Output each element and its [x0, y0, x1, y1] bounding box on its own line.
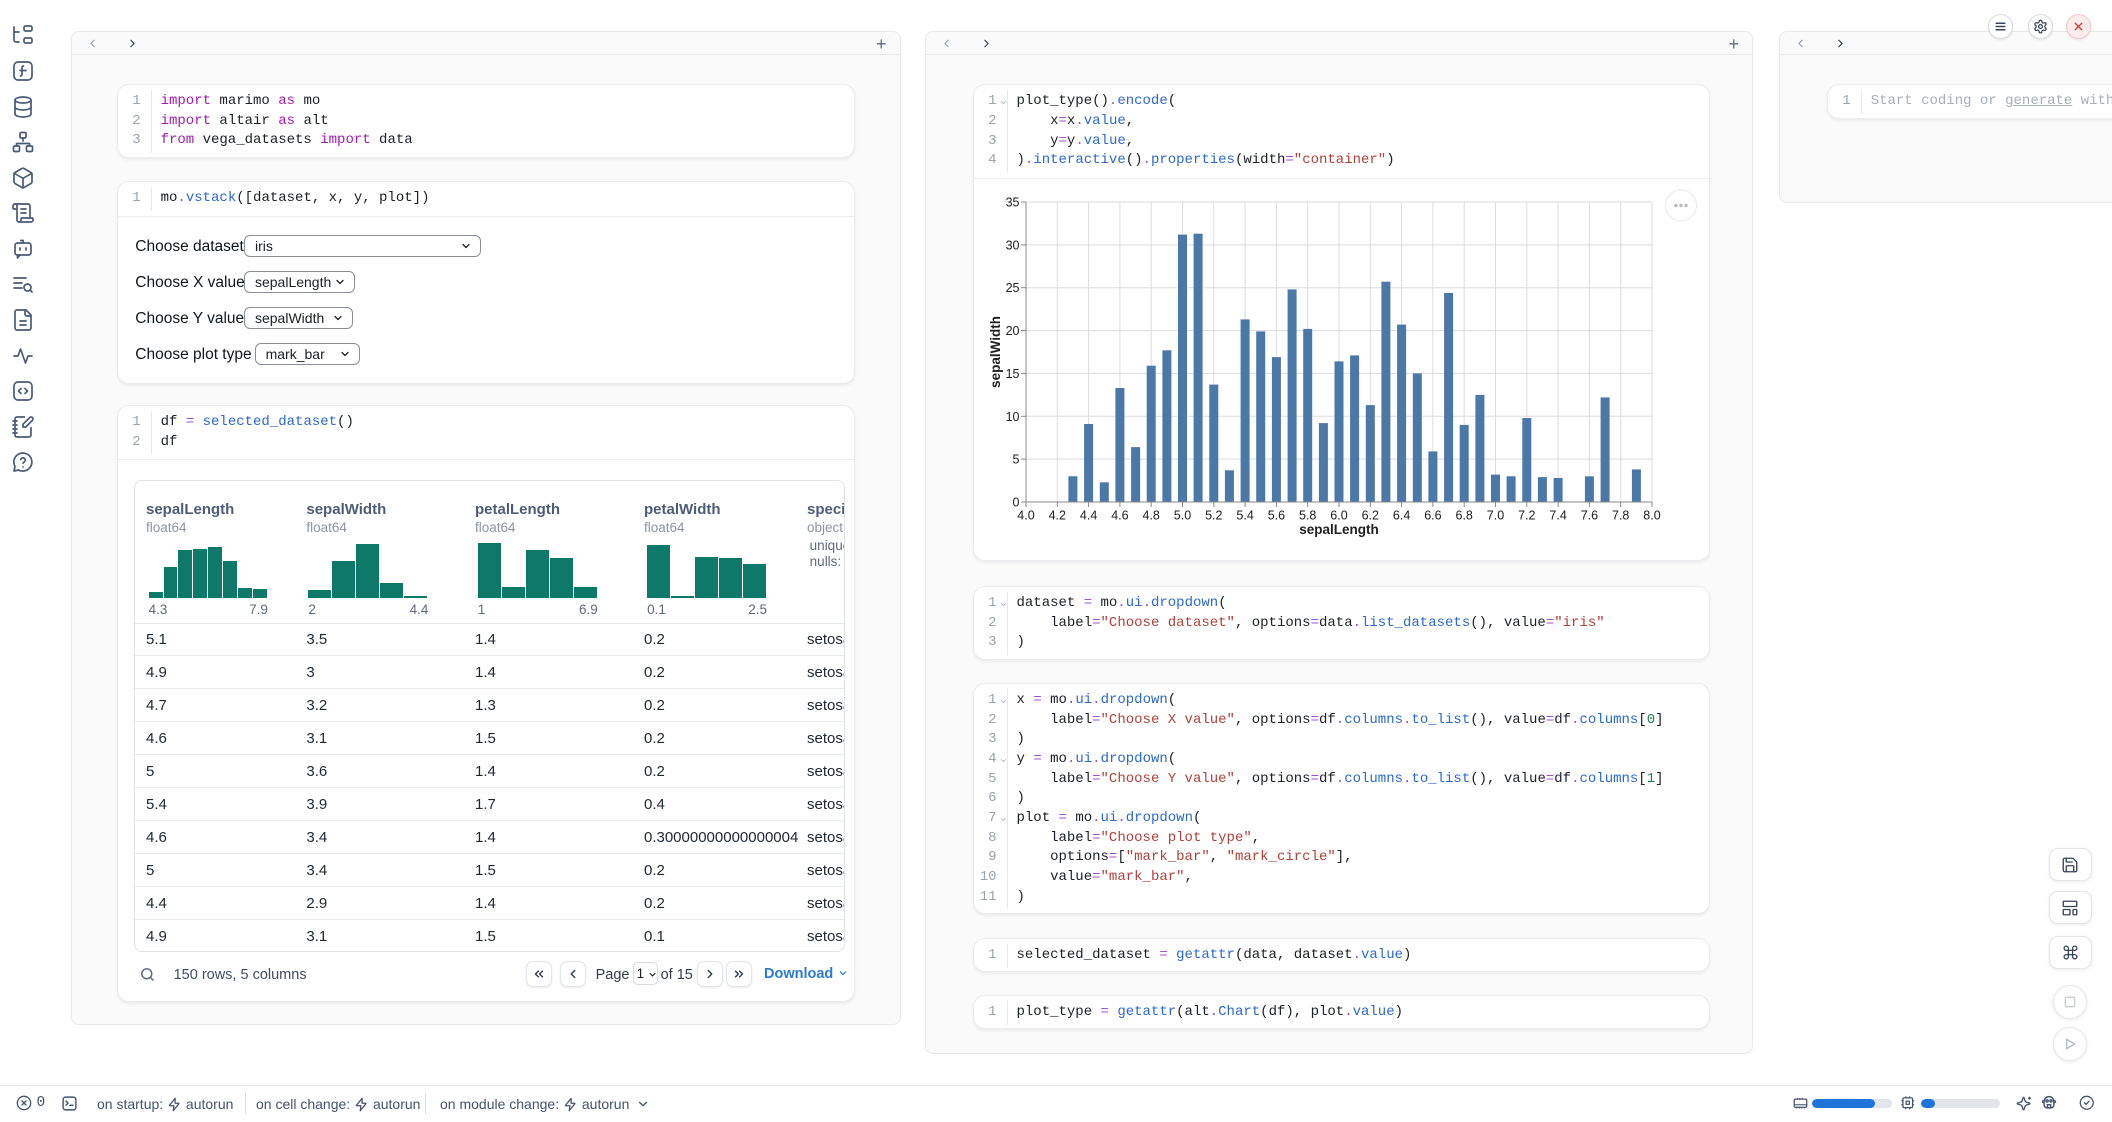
svg-text:4.8: 4.8	[1142, 509, 1159, 523]
svg-text:25: 25	[1005, 282, 1019, 296]
svg-text:5.2: 5.2	[1205, 509, 1222, 523]
svg-text:8.0: 8.0	[1643, 509, 1660, 523]
svg-text:10: 10	[1005, 410, 1019, 424]
svg-text:6.4: 6.4	[1392, 509, 1409, 523]
svg-text:6.0: 6.0	[1330, 509, 1347, 523]
svg-text:5.4: 5.4	[1236, 509, 1253, 523]
svg-text:7.4: 7.4	[1549, 509, 1566, 523]
svg-text:20: 20	[1005, 324, 1019, 338]
svg-text:4.4: 4.4	[1079, 509, 1096, 523]
svg-text:0: 0	[1012, 496, 1019, 510]
svg-text:5.8: 5.8	[1299, 509, 1316, 523]
svg-text:5.6: 5.6	[1267, 509, 1284, 523]
svg-text:7.2: 7.2	[1518, 509, 1535, 523]
svg-text:6.8: 6.8	[1455, 509, 1472, 523]
svg-text:7.6: 7.6	[1580, 509, 1597, 523]
svg-text:sepalLength: sepalLength	[1299, 522, 1379, 537]
svg-text:6.6: 6.6	[1424, 509, 1441, 523]
svg-text:30: 30	[1005, 239, 1019, 253]
svg-text:5.0: 5.0	[1173, 509, 1190, 523]
svg-text:15: 15	[1005, 367, 1019, 381]
svg-text:4.6: 4.6	[1111, 509, 1128, 523]
svg-text:4.2: 4.2	[1048, 509, 1065, 523]
svg-text:7.8: 7.8	[1612, 509, 1629, 523]
svg-text:7.0: 7.0	[1486, 509, 1503, 523]
svg-text:35: 35	[1005, 196, 1019, 210]
svg-text:4.0: 4.0	[1017, 509, 1034, 523]
svg-text:6.2: 6.2	[1361, 509, 1378, 523]
svg-text:5: 5	[1012, 453, 1019, 467]
svg-text:sepalWidth: sepalWidth	[988, 316, 1003, 388]
